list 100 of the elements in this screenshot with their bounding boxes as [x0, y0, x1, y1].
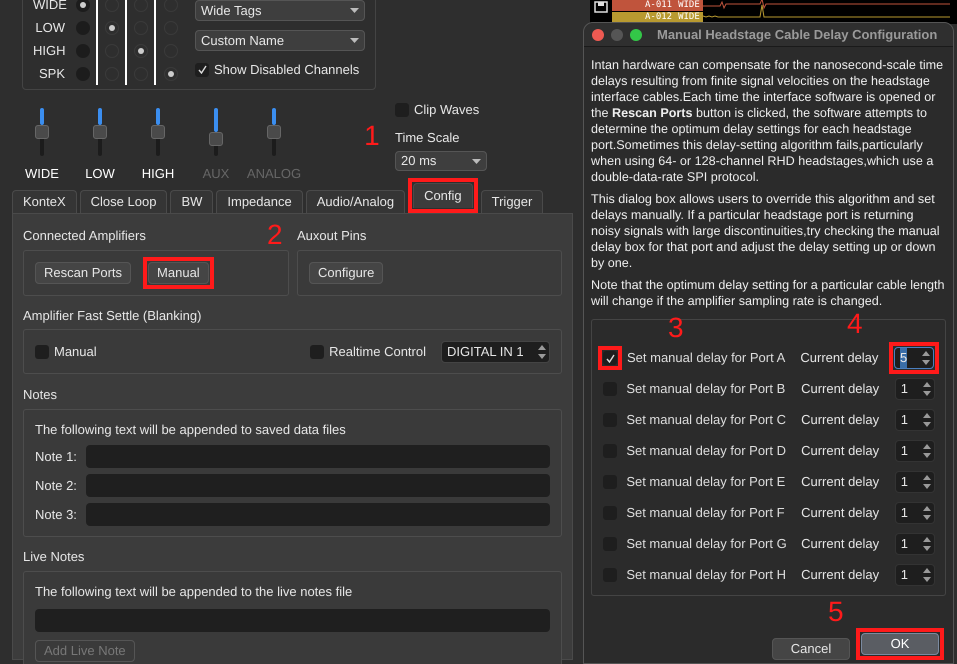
section-title: Connected Amplifiers	[23, 227, 146, 245]
caret-icon	[350, 8, 359, 13]
row-label: HIGH	[33, 42, 66, 60]
stepper-arrows-icon[interactable]	[922, 413, 931, 427]
field-label: Current delay	[800, 349, 880, 368]
callout-number: 4	[847, 310, 863, 338]
checkbox-label: Set manual delay for Port C	[626, 411, 788, 430]
text-field[interactable]	[86, 474, 550, 497]
minimize-icon[interactable]	[611, 28, 623, 40]
spin-box[interactable]: 1	[894, 564, 935, 586]
tab[interactable]: Close Loop	[80, 190, 168, 213]
button[interactable]: Cancel	[772, 638, 850, 660]
stepper-arrows-icon[interactable]	[922, 351, 930, 365]
dropdown-value: 20 ms	[401, 152, 436, 170]
radio-button[interactable]	[164, 66, 178, 80]
stepper-arrows-icon[interactable]	[538, 344, 546, 358]
radio-button[interactable]	[104, 20, 118, 34]
vertical-slider[interactable]	[93, 108, 107, 156]
paragraph: Note that the optimum delay setting for a particular cable length will change if the amplifier sampling rate is changed.	[591, 277, 946, 309]
field-label: Time Scale	[395, 128, 461, 146]
spin-box[interactable]: 1	[894, 471, 935, 493]
spin-box-value: 1	[900, 473, 908, 492]
dropdown-value: Custom Name	[201, 32, 284, 50]
radio-button[interactable]	[134, 44, 148, 58]
tab[interactable]: Config	[413, 183, 473, 208]
checkbox[interactable]	[195, 62, 209, 77]
field-label: Current delay	[801, 566, 880, 584]
caret-icon	[350, 38, 359, 43]
description-text: The following text will be appended to saved data files	[35, 420, 347, 439]
field-label: Current delay	[801, 504, 880, 522]
stepper-arrows-icon[interactable]	[922, 537, 931, 551]
spin-box-value: 1	[900, 566, 908, 584]
section-title: Live Notes	[23, 548, 84, 566]
text-field[interactable]	[86, 445, 550, 468]
checkbox[interactable]	[603, 351, 617, 365]
tab[interactable]: KonteX	[12, 190, 77, 213]
channel-tag: WIDE	[678, 10, 700, 24]
checkbox[interactable]	[310, 344, 324, 358]
caret-icon	[472, 158, 481, 164]
save-icon[interactable]	[594, 1, 608, 13]
slider-thumb[interactable]	[93, 125, 107, 139]
radio-button[interactable]	[76, 0, 90, 12]
text-field[interactable]	[86, 503, 550, 526]
stepper-arrows-icon[interactable]	[922, 568, 931, 582]
button[interactable]: Configure	[309, 262, 384, 284]
spin-box[interactable]: 1	[894, 440, 935, 462]
callout-number: 5	[828, 598, 844, 626]
dropdown[interactable]: Custom Name	[195, 30, 365, 51]
slider-label: LOW	[85, 165, 115, 183]
spin-box[interactable]: 5	[894, 347, 934, 369]
tab[interactable]: Impedance	[216, 190, 303, 213]
callout-number: 1	[364, 122, 380, 150]
spin-box-value: 5	[900, 348, 908, 368]
button[interactable]: Rescan Ports	[35, 262, 132, 284]
row-label: WIDE	[33, 0, 68, 14]
checkbox-label: Set manual delay for Port D	[626, 442, 788, 460]
dropdown[interactable]: Wide Tags	[195, 0, 365, 21]
spin-box[interactable]: 1	[894, 533, 935, 555]
vertical-slider[interactable]	[35, 108, 49, 156]
checkbox-label: Set manual delay for Port G	[626, 535, 788, 554]
section-title: Amplifier Fast Settle (Blanking)	[23, 306, 202, 325]
spin-box[interactable]: 1	[894, 378, 935, 400]
checkbox[interactable]	[35, 344, 49, 358]
slider-thumb[interactable]	[151, 125, 165, 139]
stepper-arrows-icon[interactable]	[922, 506, 931, 520]
stepper-arrows-icon[interactable]	[922, 444, 931, 458]
field-label: Current delay	[801, 442, 880, 460]
vertical-slider[interactable]	[151, 108, 165, 156]
stepper-arrows-icon[interactable]	[922, 382, 931, 396]
spin-box[interactable]: DIGITAL IN 1	[441, 340, 550, 362]
button[interactable]: Manual	[148, 262, 209, 284]
tab[interactable]: Trigger	[480, 190, 544, 213]
row-label: LOW	[34, 18, 66, 37]
section-title: Auxout Pins	[297, 227, 366, 245]
dropdown[interactable]: 20 ms	[395, 151, 487, 171]
spin-box-value: 1	[900, 380, 908, 398]
vertical-slider[interactable]	[209, 108, 223, 156]
channel-tag: WIDE	[678, 0, 700, 12]
tab[interactable]: BW	[170, 190, 214, 213]
checkbox-label: Realtime Control	[329, 342, 426, 361]
spin-box[interactable]: 1	[894, 409, 935, 431]
button[interactable]: OK	[861, 633, 939, 655]
close-icon[interactable]	[592, 28, 604, 40]
tab[interactable]: Audio/Analog	[306, 190, 406, 213]
stepper-arrows-icon[interactable]	[922, 475, 931, 489]
text-field[interactable]	[35, 609, 550, 632]
checkbox-label: Set manual delay for Port B	[626, 380, 786, 398]
slider-label: HIGH	[142, 165, 174, 183]
vertical-slider[interactable]	[267, 108, 281, 156]
spin-box-value: 1	[900, 535, 908, 554]
checkbox-label: Set manual delay for Port F	[626, 504, 786, 522]
slider-thumb[interactable]	[35, 125, 49, 139]
slider-label: AUX	[202, 165, 230, 183]
zoom-icon[interactable]	[630, 28, 642, 40]
spin-box[interactable]: 1	[894, 502, 935, 524]
field-label: Note 2:	[35, 476, 78, 495]
callout-number: 2	[267, 220, 283, 248]
spin-box-value: 1	[900, 504, 908, 522]
field-label: Current delay	[801, 473, 880, 492]
dropdown-value: Wide Tags	[201, 2, 262, 20]
